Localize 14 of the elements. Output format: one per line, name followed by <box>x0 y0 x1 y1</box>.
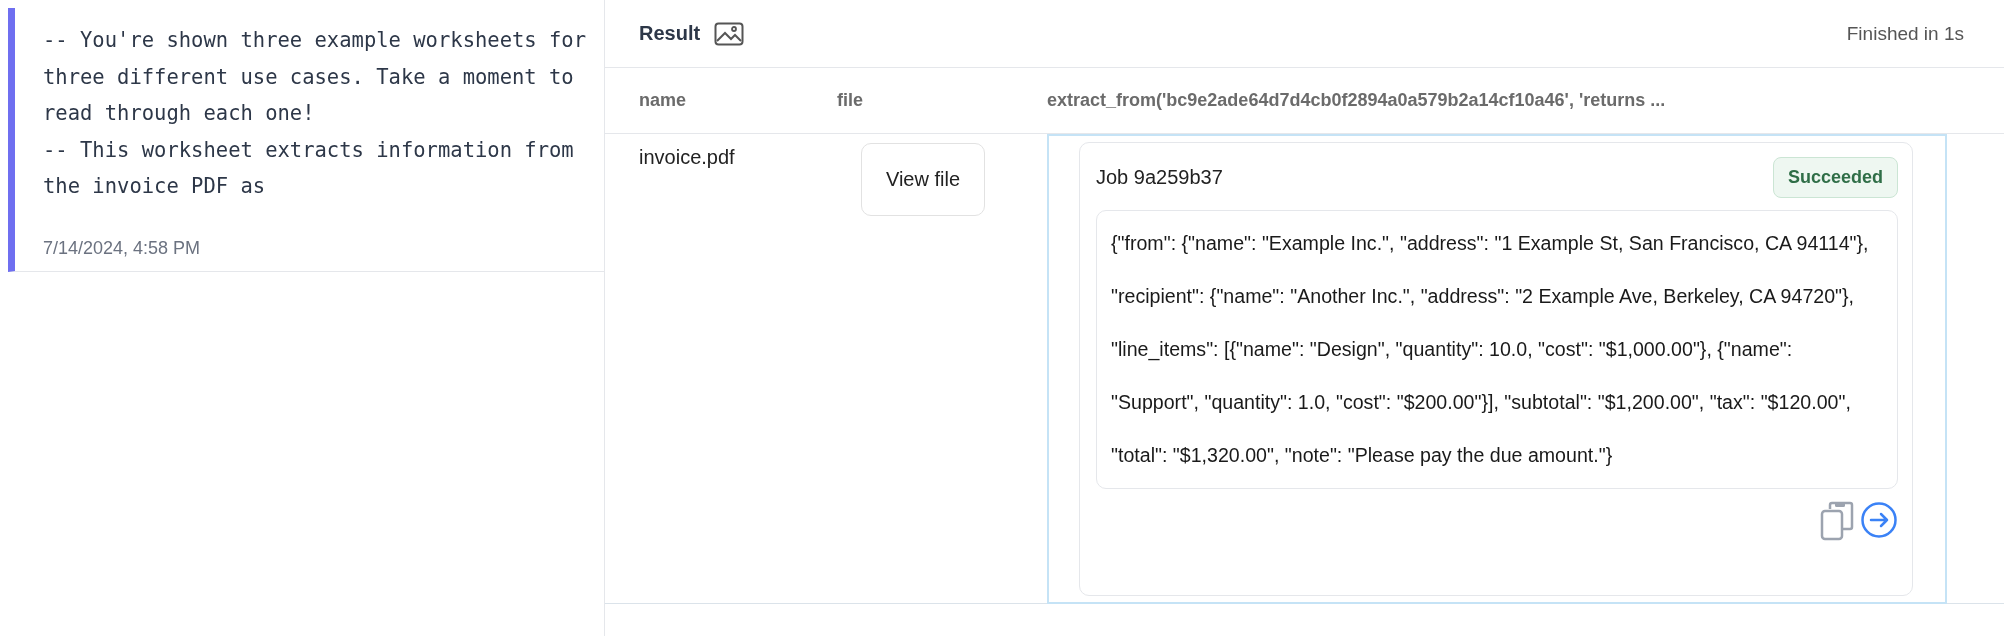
note-text: -- You're shown three example worksheets for three different use cases. Take a moment to read through each one! -- This worksheet extracts information from the invoice PDF as <box>43 27 588 200</box>
run-status: Finished in 1s <box>1846 22 1964 45</box>
column-header: file <box>837 90 864 111</box>
timestamp: 7/14/2024, 4:58 PM <box>43 238 202 259</box>
view-file-button[interactable]: View file <box>861 143 985 216</box>
result-title: Result <box>639 22 701 45</box>
status-badge: Succeeded <box>1772 157 1898 198</box>
arrow-right-circle-icon[interactable] <box>1860 501 1898 539</box>
image-icon[interactable] <box>714 21 745 46</box>
table-cell: invoice.pdf <box>639 146 735 168</box>
column-header: extract_from('bc9e2ade64d7d4cb0f2894a0a579b2a14cf10a46', 'returns ... <box>1047 90 1667 111</box>
column-header: name <box>639 90 688 111</box>
job-title: Job 9a259b37 <box>1096 166 1223 189</box>
output-text: {"from": {"name": "Example Inc.", "address": "1 Example St, San Francisco, CA 94114"}, "recipient": {"name": "Another Inc.", "address": "2 Example Ave, Berkeley, CA 94720"}, "line_items": [{"name": "Design", "quantity": 10.0, "cost": "$1,000.00"}, {"name": "Support", "quantity": 1.0, "cost": "$200.00"}], "subtotal": "$1,200.00", "tax": "$120.00", "total": "$1,320.00", "note": "Please pay the due amount."} <box>1096 210 1898 489</box>
